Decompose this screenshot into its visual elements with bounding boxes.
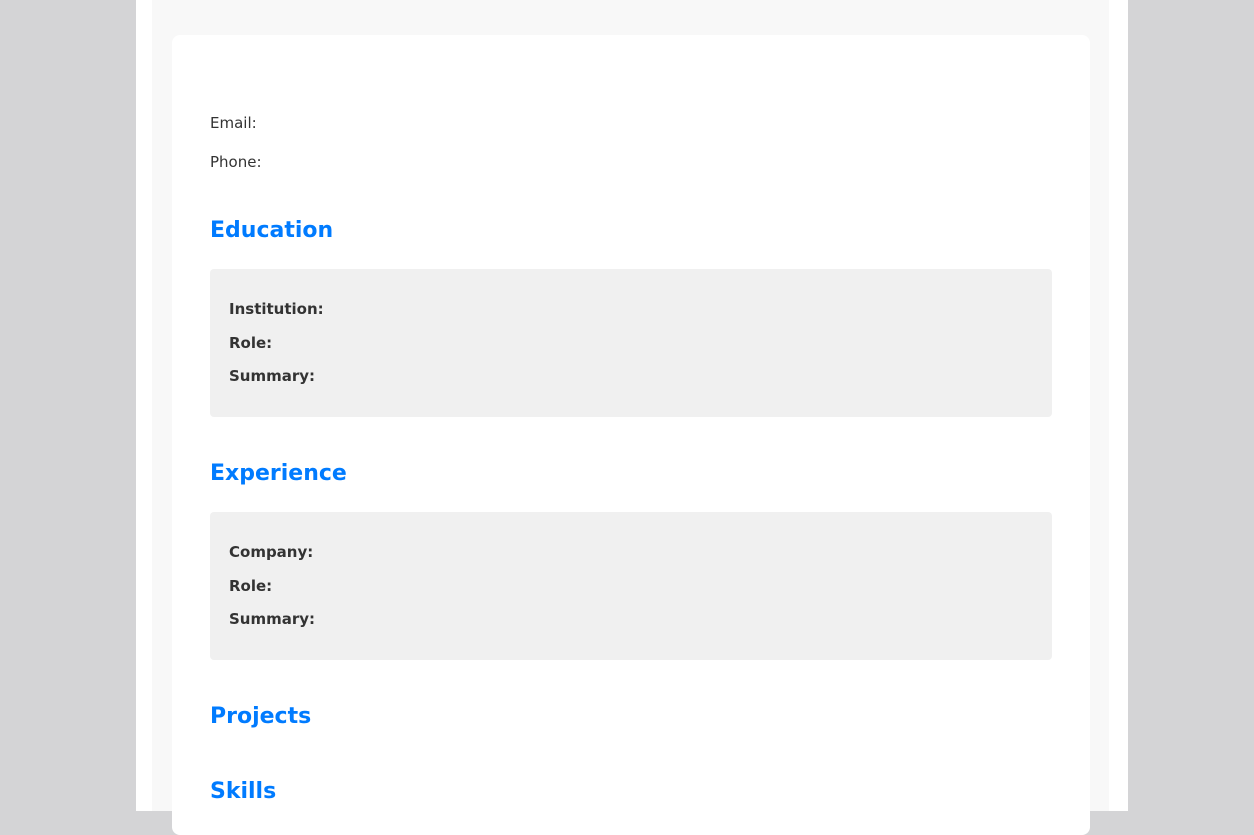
skills-heading: Skills xyxy=(210,779,277,804)
projects-heading: Projects xyxy=(210,704,312,729)
company-label: Company: xyxy=(229,543,314,561)
institution-label: Institution: xyxy=(229,300,324,318)
experience-heading: Experience xyxy=(210,461,347,486)
education-heading: Education xyxy=(210,218,334,243)
email-label: Email: xyxy=(210,114,257,132)
summary-label: Summary: xyxy=(229,610,316,628)
phone-label: Phone: xyxy=(210,153,262,171)
experience-entry: Company: Role: Summary: xyxy=(210,512,1052,660)
summary-label: Summary: xyxy=(229,367,316,385)
education-entry: Institution: Role: Summary: xyxy=(210,269,1052,417)
role-label: Role: xyxy=(229,577,273,595)
role-label: Role: xyxy=(229,334,273,352)
